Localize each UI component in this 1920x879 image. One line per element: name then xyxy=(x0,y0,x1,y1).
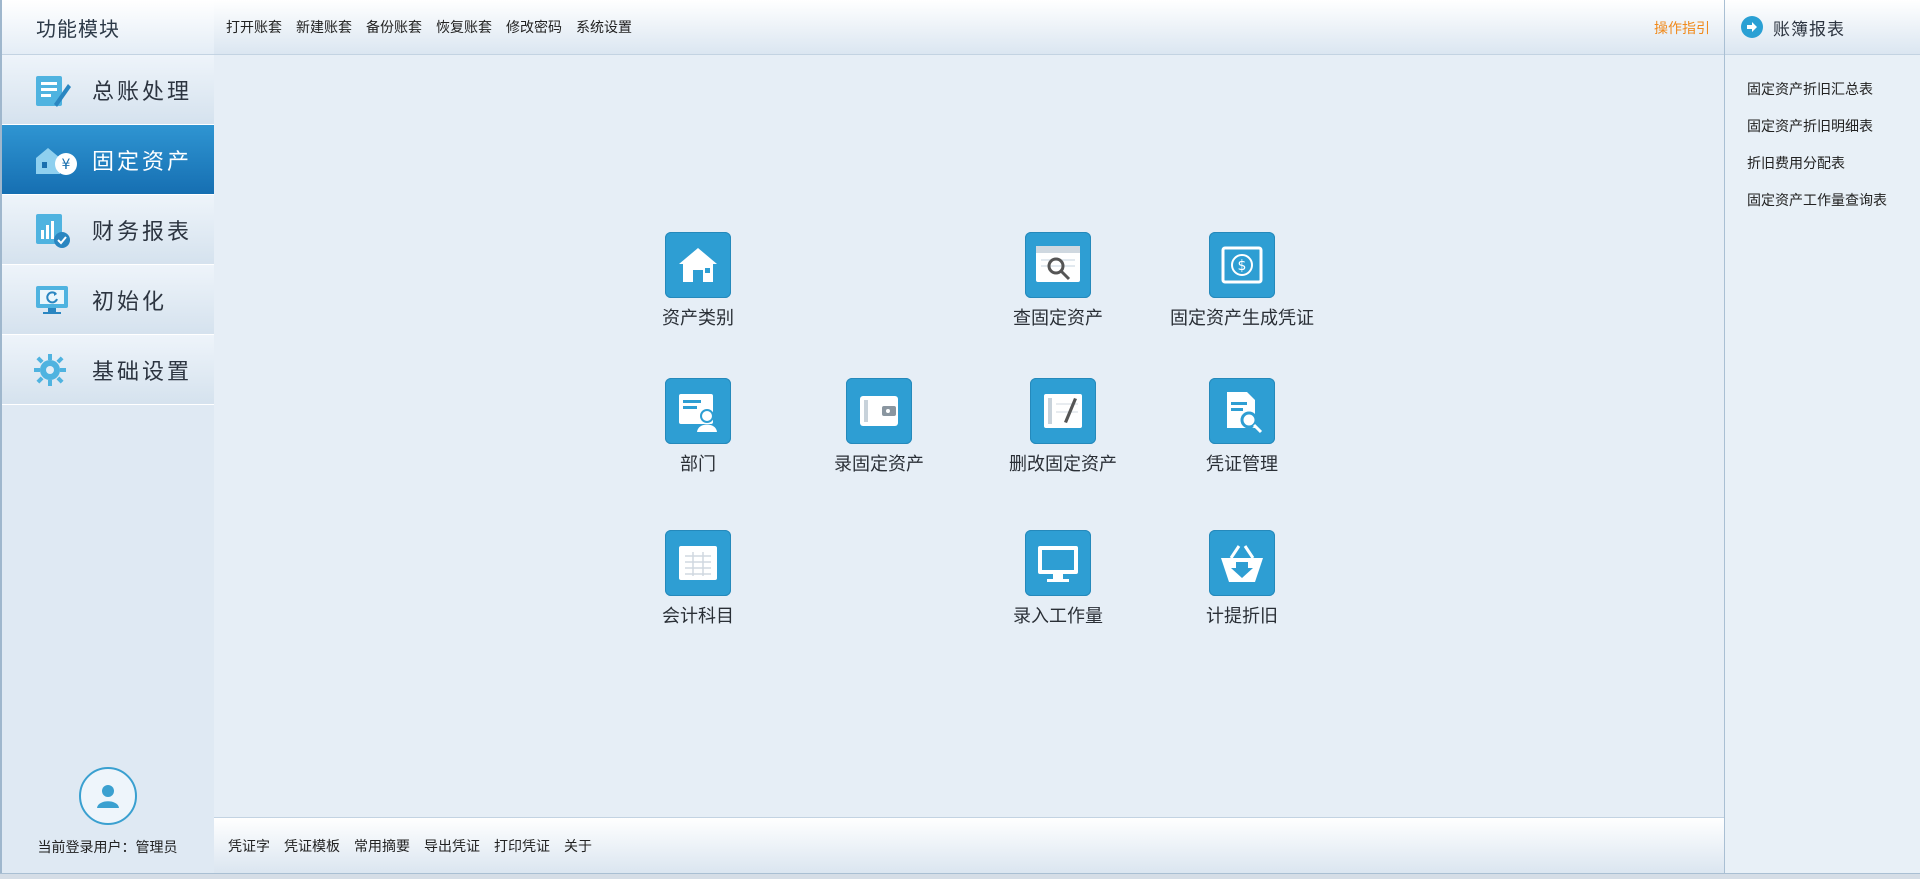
tile-record-fixed-assets[interactable]: 录固定资产 xyxy=(794,378,964,476)
document-search-icon xyxy=(1209,378,1275,444)
tile-label: 录入工作量 xyxy=(1013,606,1103,626)
tile-label: 固定资产生成凭证 xyxy=(1170,308,1314,328)
tile-label: 部门 xyxy=(680,454,716,474)
nav-item-financial-reports[interactable]: 财务报表 xyxy=(2,195,215,265)
svg-text:¥: ¥ xyxy=(62,157,71,173)
sidebar-title: 功能模块 xyxy=(2,0,215,55)
menu-restore-account[interactable]: 恢复账套 xyxy=(436,17,492,37)
house-icon xyxy=(665,232,731,298)
main-content: 资产类别 查固定资产 $ 固定资产生成凭证 部门 录固定资产 删改固定资产 凭证… xyxy=(214,55,1724,817)
current-user: 当前登录用户：管理员 xyxy=(2,767,213,857)
menu-voucher-word[interactable]: 凭证字 xyxy=(228,836,270,856)
tile-label: 查固定资产 xyxy=(1013,308,1103,328)
nav-label: 固定资产 xyxy=(92,149,193,175)
bottom-menu: 凭证字 凭证模板 常用摘要 导出凭证 打印凭证 关于 xyxy=(228,836,606,856)
svg-text:$: $ xyxy=(1238,258,1247,274)
menu-export-voucher[interactable]: 导出凭证 xyxy=(424,836,480,856)
safe-box-icon xyxy=(846,378,912,444)
ledger-edit-icon xyxy=(32,66,92,114)
monitor-refresh-icon xyxy=(32,276,92,324)
tile-label: 凭证管理 xyxy=(1206,454,1278,474)
report-links: 固定资产折旧汇总表 固定资产折旧明细表 折旧费用分配表 固定资产工作量查询表 xyxy=(1725,55,1920,219)
ledger-table-icon xyxy=(665,530,731,596)
report-link-depreciation-detail[interactable]: 固定资产折旧明细表 xyxy=(1725,108,1920,145)
top-toolbar: 打开账套 新建账套 备份账套 恢复账套 修改密码 系统设置 操作指引 xyxy=(214,0,1724,55)
guide-link[interactable]: 操作指引 xyxy=(1654,18,1710,38)
current-user-label: 当前登录用户：管理员 xyxy=(37,840,178,856)
tile-enter-workload[interactable]: 录入工作量 xyxy=(973,530,1143,628)
basket-download-icon xyxy=(1209,530,1275,596)
nav-item-fixed-assets[interactable]: ¥ 固定资产 xyxy=(2,125,215,195)
top-menu: 打开账套 新建账套 备份账套 恢复账套 修改密码 系统设置 xyxy=(226,17,646,37)
tile-label: 资产类别 xyxy=(662,308,734,328)
monitor-icon xyxy=(1025,530,1091,596)
notebook-pen-icon xyxy=(1030,378,1096,444)
report-link-depreciation-summary[interactable]: 固定资产折旧汇总表 xyxy=(1725,71,1920,108)
right-panel: 账簿报表 固定资产折旧汇总表 固定资产折旧明细表 折旧费用分配表 固定资产工作量… xyxy=(1724,0,1920,873)
tile-asset-category[interactable]: 资产类别 xyxy=(613,232,783,330)
right-panel-title: 账簿报表 xyxy=(1773,19,1845,40)
menu-system-settings[interactable]: 系统设置 xyxy=(576,17,632,37)
tile-edit-fixed-assets[interactable]: 删改固定资产 xyxy=(978,378,1148,476)
fixed-asset-icon: ¥ xyxy=(32,136,92,184)
tile-label: 计提折旧 xyxy=(1206,606,1278,626)
tile-label: 录固定资产 xyxy=(834,454,924,474)
tile-label: 删改固定资产 xyxy=(1009,454,1117,474)
user-icon xyxy=(96,785,119,808)
menu-new-account[interactable]: 新建账套 xyxy=(296,17,352,37)
menu-print-voucher[interactable]: 打印凭证 xyxy=(494,836,550,856)
report-link-workload-query[interactable]: 固定资产工作量查询表 xyxy=(1725,182,1920,219)
tile-depreciation[interactable]: 计提折旧 xyxy=(1157,530,1327,628)
tile-voucher-management[interactable]: 凭证管理 xyxy=(1157,378,1327,476)
nav-label: 初始化 xyxy=(92,289,168,315)
nav-label: 总账处理 xyxy=(92,79,193,105)
tile-label: 会计科目 xyxy=(662,606,734,626)
arrow-right-icon xyxy=(1741,16,1763,38)
menu-about[interactable]: 关于 xyxy=(564,836,592,856)
tile-accounting-subjects[interactable]: 会计科目 xyxy=(613,530,783,628)
search-document-icon xyxy=(1025,232,1091,298)
nav-item-initialize[interactable]: 初始化 xyxy=(2,265,215,335)
avatar xyxy=(78,767,137,825)
report-chart-icon xyxy=(32,206,92,254)
bottom-toolbar: 凭证字 凭证模板 常用摘要 导出凭证 打印凭证 关于 xyxy=(214,817,1724,874)
menu-change-password[interactable]: 修改密码 xyxy=(506,17,562,37)
app-window: 功能模块 总账处理 ¥ 固定资产 财务报表 初始化 基础设置 当前登录用户：管理… xyxy=(0,0,1920,879)
window-bottom-edge xyxy=(0,873,1920,879)
tile-department[interactable]: 部门 xyxy=(613,378,783,476)
menu-backup-account[interactable]: 备份账套 xyxy=(366,17,422,37)
person-card-icon xyxy=(665,378,731,444)
nav-label: 基础设置 xyxy=(92,359,193,385)
menu-voucher-template[interactable]: 凭证模板 xyxy=(284,836,340,856)
nav-label: 财务报表 xyxy=(92,219,193,245)
menu-open-account[interactable]: 打开账套 xyxy=(226,17,282,37)
right-panel-header: 账簿报表 xyxy=(1725,0,1920,55)
gear-icon xyxy=(32,346,92,394)
tile-query-fixed-assets[interactable]: 查固定资产 xyxy=(973,232,1143,330)
menu-common-summary[interactable]: 常用摘要 xyxy=(354,836,410,856)
nav-item-general-ledger[interactable]: 总账处理 xyxy=(2,55,215,125)
dollar-refresh-icon: $ xyxy=(1209,232,1275,298)
sidebar: 功能模块 总账处理 ¥ 固定资产 财务报表 初始化 基础设置 当前登录用户：管理… xyxy=(0,0,216,873)
report-link-depreciation-allocation[interactable]: 折旧费用分配表 xyxy=(1725,145,1920,182)
tile-generate-voucher[interactable]: $ 固定资产生成凭证 xyxy=(1157,232,1327,330)
nav-item-basic-settings[interactable]: 基础设置 xyxy=(2,335,215,405)
